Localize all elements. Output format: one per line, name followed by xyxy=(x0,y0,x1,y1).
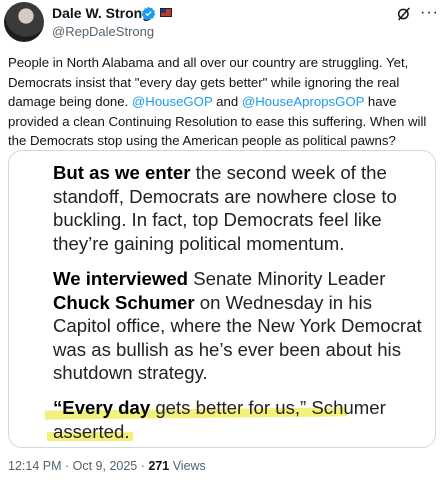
attached-image[interactable]: But as we enter the second week of the s… xyxy=(8,150,436,448)
grok-icon[interactable] xyxy=(396,6,412,26)
us-flag-icon xyxy=(160,8,172,17)
views-label: Views xyxy=(169,459,206,473)
tweet-header: Dale W. Strong @RepDaleStrong ··· xyxy=(0,0,444,46)
avatar[interactable] xyxy=(4,2,44,42)
clipping-text: Senate Minority Leader xyxy=(188,268,386,289)
clipping-paragraph: We interviewed Senate Minority Leader Ch… xyxy=(53,267,423,385)
tweet-text: People in North Alabama and all over our… xyxy=(8,53,438,151)
verified-badge-icon[interactable] xyxy=(141,6,156,26)
mention-link[interactable]: @HouseApropsGOP xyxy=(242,94,364,109)
mention-link[interactable]: @HouseGOP xyxy=(132,94,213,109)
clipping-bold: “Every day xyxy=(53,397,151,418)
author-name[interactable]: Dale W. Strong xyxy=(52,5,151,21)
clipping-paragraph: But as we enter the second week of the s… xyxy=(53,161,423,255)
tweet-time[interactable]: 12:14 PM xyxy=(8,459,62,473)
clipping-bold: We interviewed xyxy=(53,268,189,289)
clipping-paragraph: “Every day gets better for us,” Schumer … xyxy=(53,396,423,443)
separator: · xyxy=(61,459,73,473)
tweet-date[interactable]: Oct 9, 2025 xyxy=(73,459,138,473)
tweet-text-part: and xyxy=(212,94,242,109)
clipping-bold: But as we enter xyxy=(53,162,191,183)
clipping-bold: Chuck Schumer xyxy=(53,291,195,313)
tweet-meta: 12:14 PM · Oct 9, 2025 · 271 Views xyxy=(8,459,206,473)
separator: · xyxy=(137,459,149,473)
author-handle[interactable]: @RepDaleStrong xyxy=(52,24,154,39)
view-count: 271 xyxy=(148,459,170,473)
more-icon[interactable]: ··· xyxy=(420,4,439,22)
